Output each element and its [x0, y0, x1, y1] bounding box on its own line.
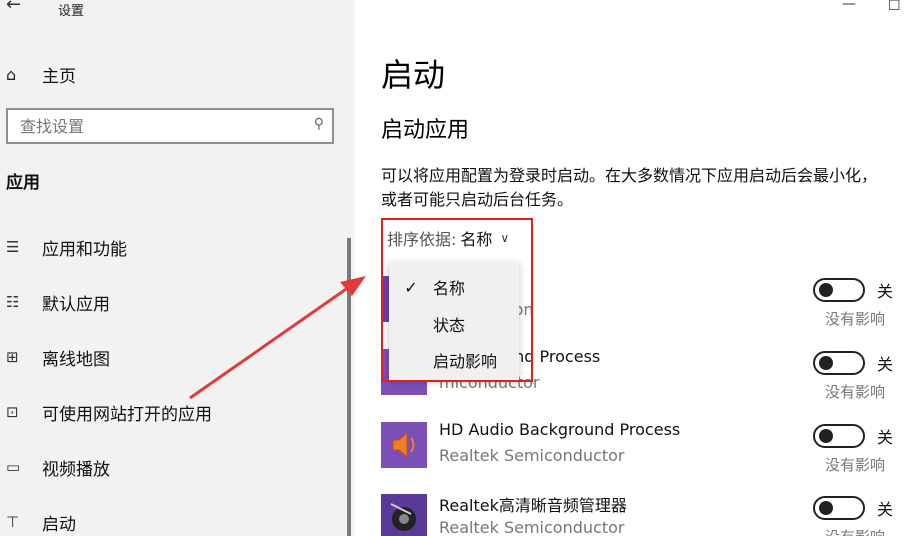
toggle-state-label: 关 — [877, 355, 894, 374]
search-input[interactable] — [8, 110, 288, 142]
startup-description: 可以将应用配置为登录时启动。在大多数情况下应用启动后会最小化，或者可能只启动后台… — [381, 166, 878, 209]
startup-toggle[interactable] — [813, 496, 865, 520]
toggle-state-label: 关 — [877, 500, 894, 519]
search-icon[interactable]: ⚲ — [314, 116, 324, 132]
sidebar-item-startup[interactable]: ⊤ 启动 — [0, 507, 340, 536]
sidebar-item-label: 可使用网站打开的应用 — [42, 404, 212, 425]
maximize-icon[interactable]: ☐ — [888, 0, 901, 14]
app-publisher: Realtek Semiconductor — [439, 518, 625, 536]
app-publisher: Realtek Semiconductor — [439, 446, 625, 465]
audio-manager-icon — [381, 494, 427, 536]
list-icon: ☰ — [6, 238, 20, 256]
app-name: Realtek高清晰音频管理器 — [439, 496, 627, 515]
section-heading-apps: 应用 — [6, 173, 40, 193]
startup-impact: 没有影响 — [825, 526, 885, 536]
startup-impact: 没有影响 — [825, 383, 886, 401]
default-apps-icon: ☷ — [6, 293, 20, 311]
sidebar-item-label: 启动 — [42, 514, 76, 535]
sidebar-item-label: 应用和功能 — [42, 239, 127, 260]
startup-impact: 没有影响 — [825, 310, 886, 328]
section-title: 启动应用 — [381, 118, 470, 143]
startup-icon: ⊤ — [6, 513, 20, 531]
toggle-knob — [819, 429, 833, 443]
sidebar-item-label: 默认应用 — [42, 294, 110, 315]
toggle-state-label: 关 — [877, 282, 894, 301]
page-title: 启动 — [381, 56, 446, 94]
sidebar-item-label: 离线地图 — [42, 349, 110, 370]
sidebar-item-apps-for-websites[interactable]: ⊡ 可使用网站打开的应用 — [0, 397, 340, 427]
sidebar-scrollbar[interactable] — [347, 238, 351, 536]
highlight-box — [381, 218, 533, 382]
home-nav-item[interactable]: ⌂ 主页 — [6, 60, 326, 88]
title-bar: ← 设置 — [0, 0, 355, 20]
startup-app-row: HD Audio Background Process Realtek Semi… — [381, 418, 901, 484]
startup-toggle[interactable] — [813, 351, 865, 375]
toggle-knob — [819, 501, 833, 515]
speaker-icon — [381, 422, 427, 468]
startup-toggle[interactable] — [813, 424, 865, 448]
main-content: — ☐ 启动 启动应用 可以将应用配置为登录时启动。在大多数情况下应用启动后会最… — [355, 0, 918, 536]
sidebar-item-offline-maps[interactable]: ⊞ 离线地图 — [0, 342, 340, 372]
startup-app-row: Realtek高清晰音频管理器 Realtek Semiconductor 关 … — [381, 490, 901, 536]
sidebar-item-default-apps[interactable]: ☷ 默认应用 — [0, 287, 340, 317]
app-name: HD Audio Background Process — [439, 420, 681, 439]
window-title: 设置 — [58, 4, 85, 19]
settings-sidebar: ← 设置 ⌂ 主页 ⚲ 应用 ☰ 应用和功能 ☷ 默认应用 ⊞ 离线地图 ⊡ 可… — [0, 0, 355, 536]
sidebar-item-label: 视频播放 — [42, 459, 110, 480]
map-icon: ⊞ — [6, 348, 19, 366]
minimize-icon[interactable]: — — [842, 0, 856, 12]
home-label: 主页 — [42, 66, 76, 87]
sidebar-item-apps-features[interactable]: ☰ 应用和功能 — [0, 232, 340, 262]
video-icon: ▭ — [6, 458, 21, 476]
toggle-knob — [819, 356, 833, 370]
website-app-icon: ⊡ — [6, 403, 19, 421]
window-controls: — ☐ — [818, 0, 918, 20]
toggle-knob — [819, 283, 833, 297]
back-arrow-icon[interactable]: ← — [6, 0, 21, 15]
startup-impact: 没有影响 — [825, 456, 886, 474]
startup-toggle[interactable] — [813, 278, 865, 302]
toggle-state-label: 关 — [877, 428, 894, 447]
search-box[interactable]: ⚲ — [6, 108, 334, 144]
home-icon: ⌂ — [6, 64, 17, 84]
sidebar-item-video-playback[interactable]: ▭ 视频播放 — [0, 452, 340, 482]
